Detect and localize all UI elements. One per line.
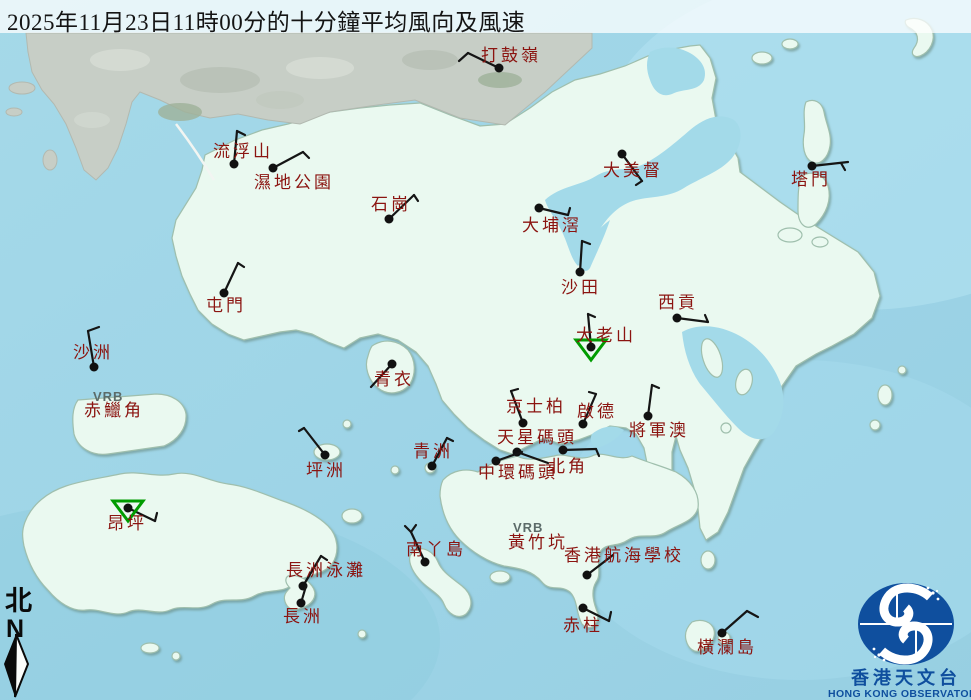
islet-sz-2	[6, 108, 22, 116]
station-dot	[673, 314, 682, 323]
island-kau-yi-chau	[391, 466, 399, 474]
islet-sz-1	[9, 82, 35, 94]
wind-barb	[563, 449, 596, 450]
station-dot	[576, 268, 585, 277]
station-dot	[618, 150, 627, 159]
station-dot	[230, 160, 239, 169]
station-dot	[579, 604, 588, 613]
island-ap-lei-chau	[490, 571, 510, 583]
station-dot	[495, 64, 504, 73]
island-hei-ling-chau	[342, 509, 362, 523]
station-dot	[808, 162, 817, 171]
station-dot	[559, 446, 568, 455]
islet-soko-2	[172, 652, 180, 660]
title-bar: 2025年11月23日11時00分的十分鐘平均風向及風速	[0, 0, 971, 33]
logo-name-cn: 香港天文台	[850, 667, 961, 688]
islet-east-2	[870, 420, 880, 430]
station-dot	[579, 420, 588, 429]
station-dot	[297, 599, 306, 608]
islet-south-1	[358, 630, 366, 638]
station-dot	[421, 558, 430, 567]
logo-name-en: HONG KONG OBSERVATORY	[828, 688, 971, 700]
islet-east-3	[898, 366, 906, 374]
station-dot	[269, 164, 278, 173]
islet-sz-3	[43, 150, 57, 170]
wind-map-screen: 北 N 香港天文台 HONG KONG OB	[0, 0, 971, 700]
station-dot	[492, 457, 501, 466]
islet-mirs-1	[778, 228, 802, 242]
station-dot	[535, 204, 544, 213]
station-dot	[385, 215, 394, 224]
station-dot	[583, 571, 592, 580]
map-title: 2025年11月23日11時00分的十分鐘平均風向及風速	[7, 3, 525, 37]
station-dot	[519, 419, 528, 428]
station-dot	[587, 343, 596, 352]
station-dot	[90, 363, 99, 372]
station-dot	[388, 360, 397, 369]
island-ma-wan	[343, 420, 351, 428]
islet-mirs-2	[812, 237, 828, 247]
hong-kong-map: 北 N 香港天文台 HONG KONG OB	[0, 0, 971, 700]
station-dot	[718, 629, 727, 638]
station-dot	[321, 451, 330, 460]
islet-east-1	[878, 385, 892, 405]
islet-ne-2	[782, 39, 798, 49]
station-dot	[220, 289, 229, 298]
island-tung-lung	[701, 551, 715, 569]
station-dot	[644, 412, 653, 421]
islet-ne-1	[752, 52, 772, 64]
compass-north-cn: 北	[5, 586, 32, 616]
islet-shelter-1	[721, 423, 731, 433]
station-dot	[124, 504, 133, 513]
station-dot	[428, 462, 437, 471]
islet-soko-1	[141, 643, 159, 653]
